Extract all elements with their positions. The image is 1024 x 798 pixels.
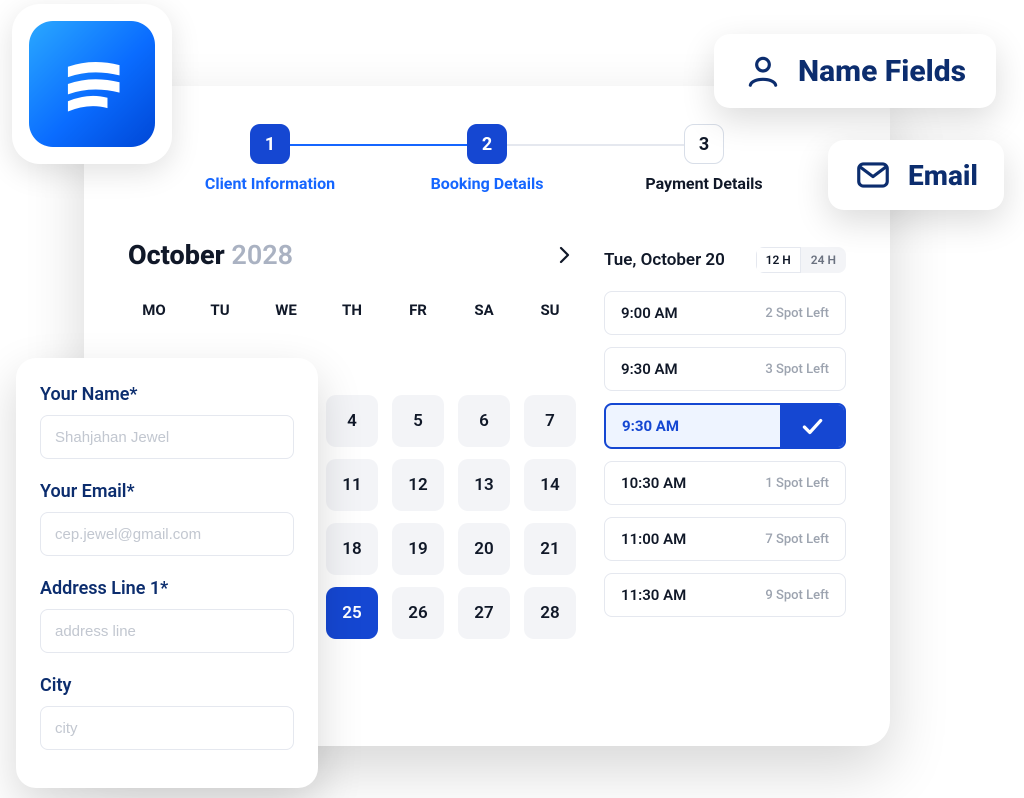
calendar-date[interactable]: 6 [458, 395, 510, 447]
calendar-date[interactable]: 27 [458, 587, 510, 639]
form-field-label: Your Name* [40, 384, 294, 405]
app-logo-chip [12, 4, 172, 164]
form-field-input[interactable] [40, 609, 294, 653]
calendar-blank [458, 331, 510, 383]
calendar-weekday: TU [194, 301, 246, 319]
timeslot-spots: 3 Spot Left [765, 362, 829, 377]
timeslot-spots: 2 Spot Left [765, 306, 829, 321]
fluent-forms-icon [49, 41, 135, 127]
calendar-date[interactable]: 13 [458, 459, 510, 511]
form-field-label: City [40, 675, 294, 696]
form-field: Address Line 1* [40, 578, 294, 653]
field-token-email[interactable]: Email [828, 140, 1004, 210]
timeslot-time: 10:30 AM [621, 474, 686, 492]
check-icon [799, 413, 825, 439]
selected-date-label: Tue, October 20 [604, 250, 725, 270]
form-field-label: Address Line 1* [40, 578, 294, 599]
form-field: City [40, 675, 294, 750]
calendar-date[interactable]: 28 [524, 587, 576, 639]
form-field-input[interactable] [40, 415, 294, 459]
chevron-right-icon[interactable] [552, 243, 576, 267]
timeslot[interactable]: 11:00 AM 7 Spot Left [604, 517, 846, 561]
calendar-blank [524, 331, 576, 383]
client-form-card: Your Name* Your Email* Address Line 1* City [16, 358, 318, 788]
step-number: 3 [684, 124, 724, 164]
field-token-label: Email [908, 159, 978, 192]
timeslot-time: 9:30 AM [606, 405, 695, 447]
calendar-title: October 2028 [128, 239, 293, 271]
calendar-blank [392, 331, 444, 383]
calendar-weekday: SU [524, 301, 576, 319]
step-booking-details[interactable]: 2 Booking Details [407, 124, 567, 193]
step-number: 1 [250, 124, 290, 164]
calendar-date[interactable]: 25 [326, 587, 378, 639]
timeslot-time: 11:30 AM [621, 586, 686, 604]
timeslot-time: 9:00 AM [621, 304, 678, 322]
step-label: Booking Details [431, 174, 544, 193]
calendar-date[interactable]: 4 [326, 395, 378, 447]
timeslot[interactable]: 9:30 AM 3 Spot Left [604, 347, 846, 391]
time-format-toggle[interactable]: 12 H 24 H [756, 247, 846, 273]
form-field: Your Name* [40, 384, 294, 459]
step-payment-details[interactable]: 3 Payment Details [624, 124, 784, 193]
field-token-label: Name Fields [798, 54, 966, 89]
calendar-date[interactable]: 7 [524, 395, 576, 447]
calendar-date[interactable]: 11 [326, 459, 378, 511]
person-icon [744, 52, 782, 90]
time-format-24h[interactable]: 24 H [801, 247, 846, 273]
calendar-date[interactable]: 5 [392, 395, 444, 447]
stepper: 1 Client Information 2 Booking Details 3… [190, 124, 784, 193]
timeslot[interactable]: 11:30 AM 9 Spot Left [604, 573, 846, 617]
mail-icon [854, 156, 892, 194]
form-field-input[interactable] [40, 706, 294, 750]
calendar-date[interactable]: 18 [326, 523, 378, 575]
time-format-12h[interactable]: 12 H [756, 247, 801, 273]
calendar-weekday: WE [260, 301, 312, 319]
calendar-weekday: FR [392, 301, 444, 319]
app-logo [29, 21, 155, 147]
timeslot-time: 9:30 AM [621, 360, 678, 378]
calendar-date[interactable]: 21 [524, 523, 576, 575]
step-client-information[interactable]: 1 Client Information [190, 124, 350, 193]
step-label: Client Information [205, 174, 335, 193]
calendar-weekday: SA [458, 301, 510, 319]
timeslot-panel: Tue, October 20 12 H 24 H 9:00 AM 2 Spot … [604, 239, 846, 639]
timeslot-list: 9:00 AM2 Spot Left9:30 AM3 Spot Left9:30… [604, 291, 846, 617]
calendar-weekday: TH [326, 301, 378, 319]
timeslot[interactable]: 9:30 AM [604, 403, 846, 449]
timeslot-selected-check [780, 405, 844, 447]
calendar-weekday-row: MO TU WE TH FR SA SU [128, 301, 576, 319]
timeslot-spots: 1 Spot Left [765, 476, 829, 491]
calendar-date[interactable]: 14 [524, 459, 576, 511]
step-label: Payment Details [645, 174, 762, 193]
step-number: 2 [467, 124, 507, 164]
calendar-weekday: MO [128, 301, 180, 319]
form-field: Your Email* [40, 481, 294, 556]
calendar-date[interactable]: 19 [392, 523, 444, 575]
form-field-label: Your Email* [40, 481, 294, 502]
timeslot-spots: 9 Spot Left [765, 588, 829, 603]
timeslot[interactable]: 10:30 AM 1 Spot Left [604, 461, 846, 505]
field-token-name[interactable]: Name Fields [714, 34, 996, 108]
timeslot[interactable]: 9:00 AM 2 Spot Left [604, 291, 846, 335]
calendar-date[interactable]: 26 [392, 587, 444, 639]
calendar-blank [326, 331, 378, 383]
calendar-date[interactable]: 20 [458, 523, 510, 575]
timeslot-time: 11:00 AM [621, 530, 686, 548]
calendar-date[interactable]: 12 [392, 459, 444, 511]
form-field-input[interactable] [40, 512, 294, 556]
timeslot-spots: 7 Spot Left [765, 532, 829, 547]
